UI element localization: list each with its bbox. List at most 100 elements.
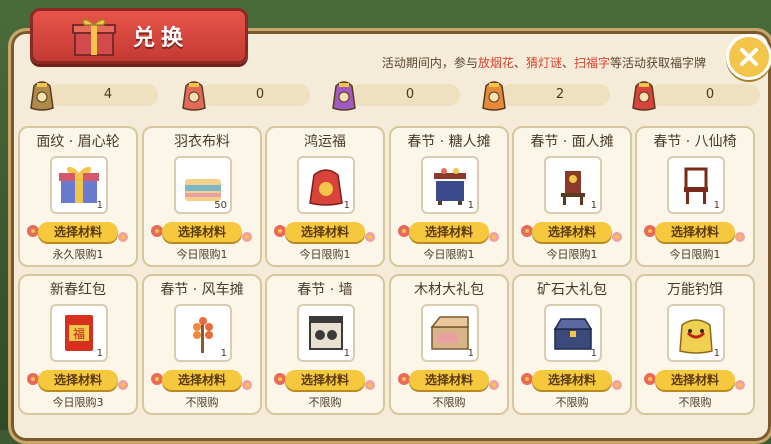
exchange-item-card[interactable]: 木材大礼包 1 选择材料不限购: [389, 274, 509, 415]
candy-stall-icon: [434, 168, 466, 205]
item-slot[interactable]: 1: [174, 304, 232, 362]
fu-token-bag-icon: [482, 81, 506, 111]
plum-blossom-icon: [612, 380, 622, 390]
item-slot[interactable]: 1: [421, 304, 479, 362]
counter-value: 4: [103, 87, 113, 102]
purchase-limit: 今日限购1: [176, 248, 228, 261]
pinwheel-stall-icon: [193, 317, 213, 353]
plum-blossom-icon: [489, 232, 499, 242]
gift-box-icon: [72, 19, 116, 56]
bait-bag-icon: [679, 319, 713, 354]
exchange-item-card[interactable]: 春节 · 面人摊 1 选择材料今日限购1: [512, 126, 632, 267]
chair-icon: [684, 167, 708, 204]
token-counter: 0: [330, 80, 460, 111]
counter-value: 0: [255, 87, 265, 102]
select-material-button[interactable]: 选择材料: [532, 222, 612, 242]
item-slot[interactable]: 1: [50, 156, 108, 214]
page-title: 兑换: [133, 26, 190, 51]
purchase-limit: 今日限购3: [52, 396, 104, 409]
purchase-limit: 今日限购1: [669, 248, 721, 261]
purchase-limit: 今日限购1: [299, 248, 351, 261]
dough-stall-icon: [561, 171, 585, 205]
select-material-button[interactable]: 选择材料: [38, 370, 118, 390]
item-name: 万能钓饵: [667, 282, 723, 298]
purchase-limit: 今日限购1: [423, 248, 475, 261]
wall-icon: [309, 316, 343, 350]
purchase-limit: 不限购: [185, 396, 219, 409]
token-counters: 4 0 0 2 0: [28, 80, 760, 111]
plum-blossom-icon: [242, 232, 252, 242]
item-slot[interactable]: 1: [544, 156, 602, 214]
token-counter: 4: [28, 80, 158, 111]
item-quantity: 1: [467, 348, 474, 359]
select-material-button[interactable]: 选择材料: [409, 370, 489, 390]
token-counter: 2: [480, 80, 610, 111]
notice-riddles: 猜灯谜: [525, 56, 562, 70]
close-icon: [740, 48, 758, 66]
item-name: 羽衣布料: [174, 134, 230, 150]
item-quantity: 1: [343, 348, 350, 359]
notice-sep: 、: [561, 56, 574, 70]
select-material-button[interactable]: 选择材料: [532, 370, 612, 390]
select-material-button[interactable]: 选择材料: [162, 222, 242, 242]
token-counter: 0: [180, 80, 310, 111]
notice-prefix: 活动期间内，参与: [381, 56, 478, 70]
notice-suffix: 等活动获取福字牌: [609, 56, 706, 70]
exchange-item-card[interactable]: 矿石大礼包 1 选择材料 不限购: [512, 274, 632, 415]
exchange-item-card[interactable]: 春节 · 八仙椅 1 选择材料今日限购1: [635, 126, 755, 267]
purchase-limit: 今日限购1: [546, 248, 598, 261]
select-material-button[interactable]: 选择材料: [409, 222, 489, 242]
plum-blossom-icon: [118, 232, 128, 242]
fu-token-bag-icon: [632, 81, 656, 111]
purchase-limit: 不限购: [678, 396, 712, 409]
event-notice: 活动期间内，参与放烟花、猜灯谜、扫福字等活动获取福字牌: [300, 54, 706, 71]
exchange-item-card[interactable]: 鸿运福 1 选择材料 今日限购1: [265, 126, 385, 267]
purchase-limit: 永久限购1: [52, 248, 104, 261]
item-quantity: 1: [220, 348, 227, 359]
exchange-item-card[interactable]: 春节 · 风车摊 1 选择材料 不限购: [142, 274, 262, 415]
item-name: 春节 · 八仙椅: [653, 134, 737, 150]
item-slot[interactable]: 福1: [50, 304, 108, 362]
item-quantity: 1: [713, 200, 720, 211]
purchase-limit: 不限购: [555, 396, 589, 409]
select-material-button[interactable]: 选择材料: [285, 370, 365, 390]
item-quantity: 1: [96, 200, 103, 211]
item-name: 春节 · 面人摊: [530, 134, 614, 150]
item-slot[interactable]: 50: [174, 156, 232, 214]
notice-sep: 、: [513, 56, 526, 70]
item-grid: 面纹 · 眉心轮 1 选择材料 永久限购1 羽衣布料 50 选择材料 今日限购1 鸿运福 1 选择材…: [18, 126, 755, 426]
item-slot[interactable]: 1: [667, 304, 725, 362]
ore-chest-icon: [553, 318, 593, 350]
item-slot[interactable]: 1: [297, 304, 355, 362]
item-name: 春节 · 糖人摊: [407, 134, 491, 150]
plum-blossom-icon: [735, 232, 745, 242]
item-slot[interactable]: 1: [544, 304, 602, 362]
item-quantity: 1: [590, 200, 597, 211]
item-quantity: 1: [96, 348, 103, 359]
plum-blossom-icon: [365, 380, 375, 390]
item-slot[interactable]: 1: [421, 156, 479, 214]
select-material-button[interactable]: 选择材料: [285, 222, 365, 242]
select-material-button[interactable]: 选择材料: [655, 370, 735, 390]
item-slot[interactable]: 1: [297, 156, 355, 214]
plum-blossom-icon: [489, 380, 499, 390]
select-material-button[interactable]: 选择材料: [655, 222, 735, 242]
close-button[interactable]: [726, 34, 771, 80]
exchange-item-card[interactable]: 春节 · 墙 1 选择材料不限购: [265, 274, 385, 415]
exchange-item-card[interactable]: 万能钓饵 1 选择材料不限购: [635, 274, 755, 415]
purchase-limit: 不限购: [432, 396, 466, 409]
exchange-item-card[interactable]: 春节 · 糖人摊 1 选择材料今日限购1: [389, 126, 509, 267]
item-quantity: 1: [590, 348, 597, 359]
exchange-item-card[interactable]: 羽衣布料 50 选择材料今日限购1: [142, 126, 262, 267]
red-pouch-icon: [309, 169, 343, 206]
item-name: 春节 · 墙: [297, 282, 353, 298]
exchange-item-card[interactable]: 面纹 · 眉心轮 1 选择材料 永久限购1: [18, 126, 138, 267]
item-name: 木材大礼包: [414, 282, 484, 298]
plum-blossom-icon: [612, 232, 622, 242]
select-material-button[interactable]: 选择材料: [162, 370, 242, 390]
exchange-item-card[interactable]: 新春红包福 1 选择材料 今日限购3: [18, 274, 138, 415]
select-material-button[interactable]: 选择材料: [38, 222, 118, 242]
item-slot[interactable]: 1: [667, 156, 725, 214]
notice-fireworks: 放烟花: [477, 56, 514, 70]
purchase-limit: 不限购: [308, 396, 342, 409]
